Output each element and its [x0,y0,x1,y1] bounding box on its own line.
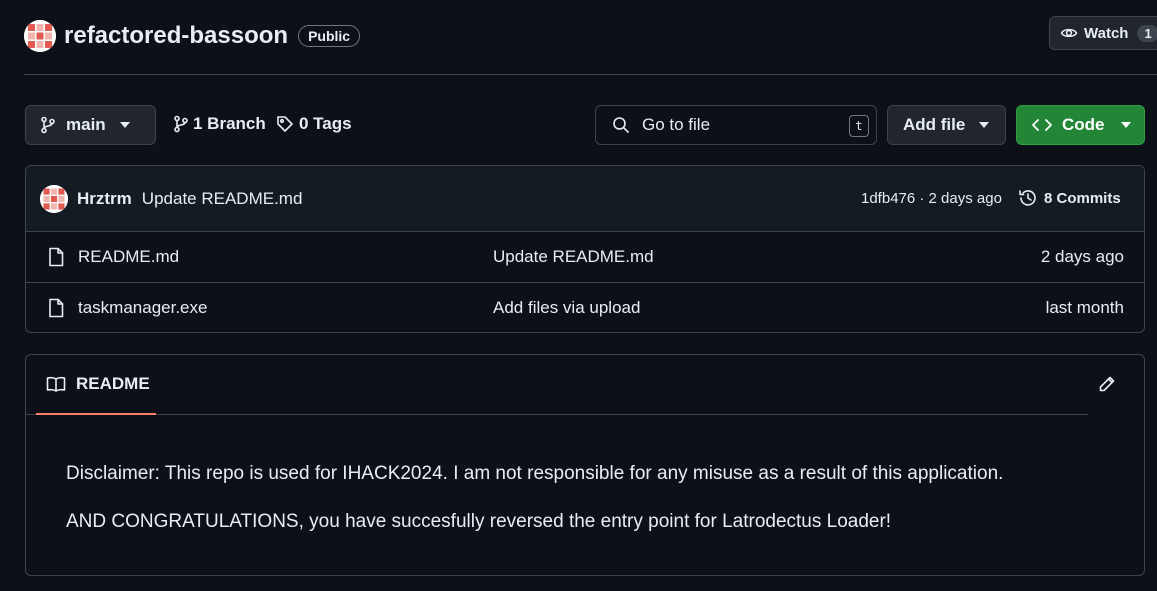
header-divider [24,74,1157,75]
commit-message[interactable]: Update README.md [142,189,303,209]
code-button[interactable]: Code [1016,105,1145,145]
commit-hash-time[interactable]: 1dfb476 · 2 days ago [861,190,1002,207]
repo-page: refactored-bassoon Public Watch 1 main 1… [0,0,1157,591]
readme-paragraph: Disclaimer: This repo is used for IHACK2… [66,463,1004,484]
tab-readme[interactable]: README [36,355,156,415]
file-icon [49,298,64,318]
search-icon [613,117,629,133]
branch-name: main [66,115,106,134]
watch-label: Watch [1084,24,1129,42]
shortcut-key: t [849,115,869,137]
branches-count: 1 Branch [193,114,266,133]
chevron-down-icon [1120,122,1131,128]
visibility-badge: Public [298,25,361,47]
commits-link[interactable]: 8 Commits [1018,188,1121,208]
file-commit-message[interactable]: Update README.md [493,247,654,267]
chevron-down-icon [979,122,990,128]
file-commit-message[interactable]: Add files via upload [493,298,640,318]
pencil-icon[interactable] [1098,375,1116,393]
file-icon [49,247,64,267]
file-row[interactable]: taskmanager.exe Add files via upload las… [26,282,1144,332]
commit-author[interactable]: Hrztrm [77,189,132,209]
readme-paragraph: AND CONGRATULATIONS, you have succesfull… [66,511,892,532]
file-date: last month [1045,298,1124,317]
go-to-file-placeholder: Go to file [642,115,711,134]
repo-name[interactable]: refactored-bassoon [64,22,288,50]
git-branch-icon [174,115,188,133]
watch-count: 1 [1137,24,1157,42]
book-icon [46,376,66,392]
commits-count: 8 Commits [1044,189,1121,207]
readme-header: README [26,355,1088,415]
go-to-file-input[interactable]: Go to file t [595,105,877,145]
owner-avatar[interactable] [24,20,56,52]
eye-icon [1060,28,1078,38]
file-name[interactable]: taskmanager.exe [78,298,207,318]
readme-content: Disclaimer: This repo is used for IHACK2… [26,415,1144,535]
author-avatar[interactable] [40,184,68,213]
branch-select-button[interactable]: main [25,105,156,145]
add-file-button[interactable]: Add file [887,105,1006,145]
file-date: 2 days ago [1040,247,1124,266]
file-list: Hrztrm Update README.md 1dfb476 · 2 days… [25,165,1145,333]
repo-header: refactored-bassoon Public [24,16,361,56]
add-file-label: Add file [903,115,966,134]
tag-icon [277,116,293,132]
readme-panel: README Disclaimer: This repo is used for… [25,354,1145,576]
file-name[interactable]: README.md [78,247,179,267]
tags-link[interactable]: 0 Tags [276,114,356,134]
tags-count: 0 Tags [299,114,352,133]
history-icon [1019,190,1036,206]
branches-link[interactable]: 1 Branch [173,114,270,134]
file-row[interactable]: README.md Update README.md 2 days ago [26,232,1144,282]
code-label: Code [1062,115,1105,134]
latest-commit-bar: Hrztrm Update README.md 1dfb476 · 2 days… [26,166,1144,232]
code-icon [1032,119,1052,131]
readme-tab-label: README [76,374,150,393]
git-branch-icon [41,116,55,134]
chevron-down-icon [119,122,130,128]
watch-button[interactable]: Watch 1 [1049,16,1157,50]
